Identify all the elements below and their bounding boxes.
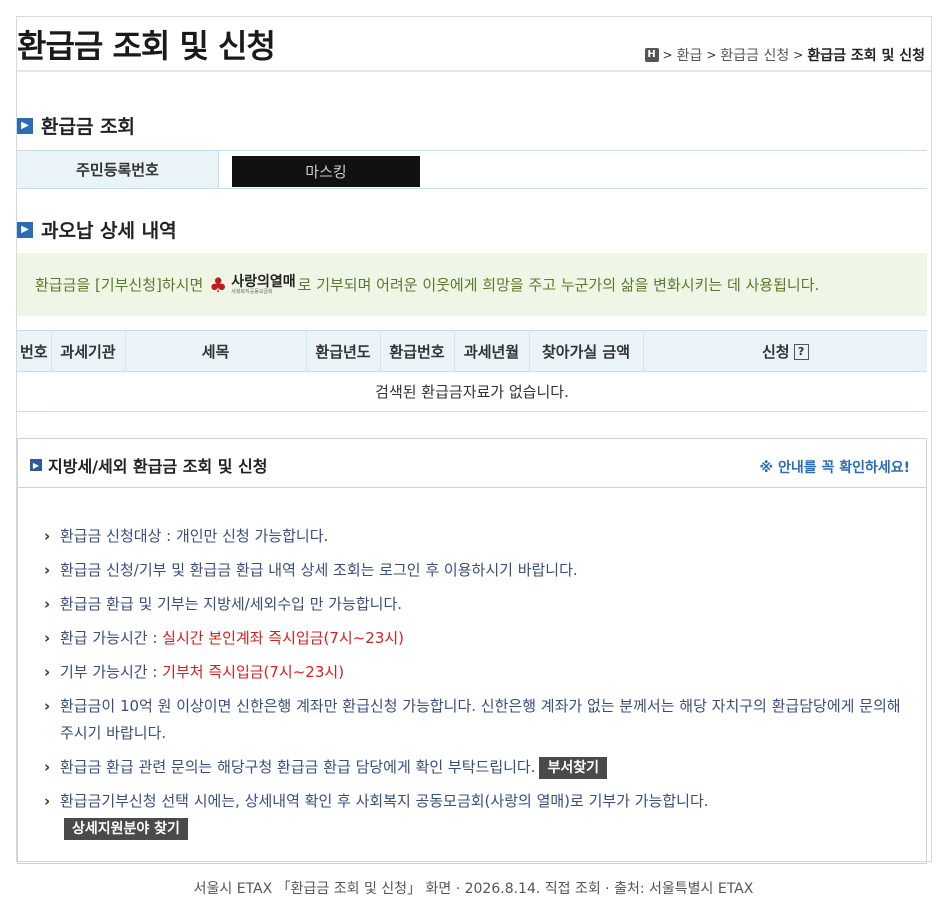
list-item: 환급금 신청/기부 및 환급금 환급 내역 상세 조회는 로그인 후 이용하시기… (44, 557, 904, 584)
page-title: 환급금 조회 및 신청 (17, 27, 276, 65)
page-frame: 환급금 조회 및 신청 H > 환급 > 환급금 신청 > 환급금 조회 및 신… (16, 16, 932, 864)
love-fruit-logo: ♣ 사랑의열매 사회복지공동모금회 (209, 273, 295, 297)
help-icon[interactable]: ? (793, 344, 809, 360)
section-bullet-icon: ▶ (17, 221, 33, 238)
chevron-right-icon: > (662, 48, 673, 62)
table-header-row: 번호 과세기관 세목 환급년도 환급번호 과세년월 찾아가실 금액 신청? (17, 330, 927, 372)
home-icon[interactable]: H (644, 48, 659, 62)
resident-id-row: 주민등록번호 마스킹 (17, 150, 927, 189)
empty-message: 검색된 환급금자료가 없습니다. (17, 371, 927, 412)
image-caption: 서울시 ETAX 「환급금 조회 및 신청」 화면 · 2026.8.14. 직… (193, 881, 754, 897)
notice-text-before: 환급금을 [기부신청]하시면 (35, 276, 204, 294)
info-text: 환급금 환급 관련 문의는 해당구청 환급금 환급 담당에게 확인 부탁드립니다… (60, 758, 536, 776)
list-item: 환급금 환급 관련 문의는 해당구청 환급금 환급 담당에게 확인 부탁드립니다… (44, 754, 904, 781)
info-label: 환급 가능시간 : (60, 629, 163, 647)
local-refund-header: ▶ 지방세/세외 환급금 조회 및 신청 ※ 안내를 꼭 확인하세요! (18, 439, 926, 488)
col-tax-office: 과세기관 (51, 330, 126, 372)
local-refund-title-text: 지방세/세외 환급금 조회 및 신청 (48, 457, 268, 476)
resident-id-masked-value: 마스킹 (232, 156, 420, 187)
info-highlight: 기부처 즉시입금(7시~23시) (162, 663, 345, 681)
local-refund-box: ▶ 지방세/세외 환급금 조회 및 신청 ※ 안내를 꼭 확인하세요! 환급금 … (17, 438, 927, 864)
section-title-overpayment: ▶ 과오납 상세 내역 (17, 216, 177, 243)
section-title-text: 환급금 조회 (41, 116, 136, 138)
list-item: 기부 가능시간 : 기부처 즉시입금(7시~23시) (44, 659, 904, 686)
clover-icon: ♣ (209, 272, 228, 297)
col-refund-number: 환급번호 (380, 330, 455, 372)
section-title-text: 과오납 상세 내역 (41, 220, 177, 242)
table-row: 검색된 환급금자료가 없습니다. (17, 371, 927, 412)
info-text: 환급금 환급 및 기부는 지방세/세외수입 만 가능합니다. (60, 595, 403, 613)
section-title-lookup: ▶ 환급금 조회 (17, 112, 135, 139)
list-item: 환급 가능시간 : 실시간 본인계좌 즉시입금(7시~23시) (44, 625, 904, 652)
list-item: 환급금 환급 및 기부는 지방세/세외수입 만 가능합니다. (44, 591, 904, 618)
refund-table: 번호 과세기관 세목 환급년도 환급번호 과세년월 찾아가실 금액 신청? 검색… (17, 330, 927, 412)
find-department-button[interactable]: 부서찾기 (539, 756, 608, 779)
list-item: 환급금이 10억 원 이상이면 신한은행 계좌만 환급신청 가능합니다. 신한은… (44, 693, 904, 747)
breadcrumb-item-current: 환급금 조회 및 신청 (807, 48, 925, 64)
breadcrumb-item-refund-apply[interactable]: 환급금 신청 (720, 45, 789, 65)
col-amount: 찾아가실 금액 (529, 330, 644, 372)
col-tax-item: 세목 (125, 330, 307, 372)
list-item: 환급금 신청대상 : 개인만 신청 가능합니다. (44, 523, 904, 550)
logo-text: 사랑의열매 (231, 273, 296, 290)
info-list: 환급금 신청대상 : 개인만 신청 가능합니다. 환급금 신청/기부 및 환급금… (44, 523, 904, 849)
info-text: 환급금 신청대상 : 개인만 신청 가능합니다. (60, 527, 329, 545)
info-text: 환급금 신청/기부 및 환급금 환급 내역 상세 조회는 로그인 후 이용하시기… (60, 561, 578, 579)
breadcrumb-item-refund[interactable]: 환급 (677, 45, 703, 65)
local-refund-title: ▶ 지방세/세외 환급금 조회 및 신청 (30, 453, 268, 477)
guide-notice-link[interactable]: ※ 안내를 꼭 확인하세요! (759, 457, 910, 477)
section-bullet-icon: ▶ (30, 459, 42, 471)
find-support-field-button[interactable]: 상세지원분야 찾기 (64, 817, 188, 840)
notice-text-after: 로 기부되며 어려운 이웃에게 희망을 주고 누군가의 삶을 변화시키는 데 사… (297, 276, 820, 294)
resident-id-label: 주민등록번호 (17, 151, 219, 188)
info-highlight: 실시간 본인계좌 즉시입금(7시~23시) (162, 629, 405, 647)
chevron-right-icon: > (706, 48, 717, 62)
info-label: 기부 가능시간 : (60, 663, 163, 681)
info-text: 환급금기부신청 선택 시에는, 상세내역 확인 후 사회복지 공동모금회(사랑의… (60, 792, 709, 810)
col-tax-month: 과세년월 (454, 330, 530, 372)
breadcrumb: H > 환급 > 환급금 신청 > 환급금 조회 및 신청 (644, 45, 925, 65)
donation-notice: 환급금을 [기부신청]하시면 ♣ 사랑의열매 사회복지공동모금회 로 기부되며 … (17, 253, 927, 316)
title-divider (17, 70, 931, 72)
chevron-right-icon: > (793, 48, 804, 62)
list-item: 환급금기부신청 선택 시에는, 상세내역 확인 후 사회복지 공동모금회(사랑의… (44, 788, 904, 842)
section-bullet-icon: ▶ (17, 117, 33, 134)
col-apply-label: 신청 (761, 342, 790, 361)
logo-subtext: 사회복지공동모금회 (231, 288, 273, 295)
col-apply: 신청? (643, 330, 927, 372)
col-refund-year: 환급년도 (306, 330, 381, 372)
info-text: 환급금이 10억 원 이상이면 신한은행 계좌만 환급신청 가능합니다. 신한은… (60, 697, 901, 742)
col-number: 번호 (17, 330, 52, 372)
